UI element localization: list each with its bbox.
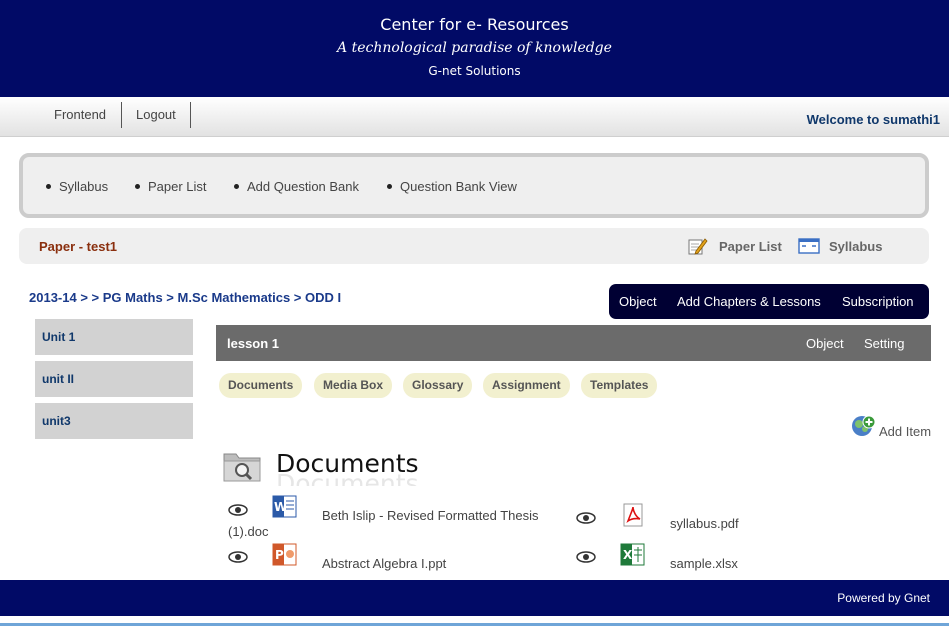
lesson-object-link[interactable]: Object — [806, 336, 844, 351]
folder-search-icon — [222, 448, 264, 489]
tab-templates[interactable]: Templates — [581, 373, 658, 398]
svg-text:W: W — [274, 500, 287, 514]
menu-item-label: Paper List — [148, 179, 207, 194]
menu-item-add-question-bank[interactable]: Add Question Bank — [234, 179, 359, 194]
add-item-icon — [850, 415, 876, 444]
lesson-header: lesson 1 Object Setting — [216, 325, 931, 361]
paper-title: Paper - test1 — [39, 239, 118, 254]
excel-icon: X — [620, 543, 646, 572]
file-name[interactable]: Beth Islip - Revised Formatted Thesis — [322, 508, 539, 523]
footer-bottom — [0, 616, 949, 632]
menu-item-question-bank-view[interactable]: Question Bank View — [387, 179, 517, 194]
documents-heading-reflection: Documents — [276, 471, 419, 486]
svg-text:P: P — [275, 548, 284, 562]
bullet-icon — [135, 184, 140, 190]
unit-item-2[interactable]: unit II — [35, 361, 193, 397]
menu-item-label: Syllabus — [59, 179, 109, 194]
company-name: G-net Solutions — [428, 64, 521, 78]
eye-icon[interactable] — [576, 550, 596, 568]
lesson-title: lesson 1 — [227, 336, 280, 351]
add-item-button[interactable]: Add Item — [850, 414, 931, 445]
site-header: Center for e- Resources A technological … — [0, 0, 949, 97]
eye-icon[interactable] — [228, 550, 248, 568]
top-nav-bar: Frontend Logout Welcome to sumathi1 — [0, 97, 949, 137]
logout-link[interactable]: Logout — [122, 102, 190, 128]
unit-item-3[interactable]: unit3 — [35, 403, 193, 439]
eye-icon[interactable] — [576, 511, 596, 529]
tab-object[interactable]: Object — [619, 294, 657, 309]
nav-divider — [190, 102, 191, 128]
course-tabs: Object Add Chapters & Lessons Subscripti… — [609, 284, 929, 319]
main-menu: Syllabus Paper List Add Question Bank Qu… — [19, 153, 929, 218]
welcome-message: Welcome to sumathi1 — [806, 112, 940, 127]
file-name-continued[interactable]: (1).doc — [228, 524, 268, 539]
tab-glossary[interactable]: Glossary — [403, 373, 473, 398]
svg-text:X: X — [623, 548, 633, 562]
menu-item-paper-list[interactable]: Paper List — [135, 179, 207, 194]
bullet-icon — [387, 184, 392, 190]
powered-by-text: Powered by Gnet — [837, 591, 930, 605]
pdf-icon — [622, 503, 646, 532]
bullet-icon — [46, 184, 51, 190]
tab-assignment[interactable]: Assignment — [483, 373, 570, 398]
tab-subscription[interactable]: Subscription — [842, 294, 914, 309]
bullet-icon — [234, 184, 239, 190]
footer-stripe — [0, 623, 949, 626]
eye-icon[interactable] — [228, 503, 248, 521]
tab-documents[interactable]: Documents — [219, 373, 303, 398]
pencil-icon[interactable] — [688, 237, 708, 260]
menu-item-label: Add Question Bank — [247, 179, 360, 194]
paper-bar: Paper - test1 Paper List Syllabus — [19, 228, 929, 264]
site-footer: Powered by Gnet — [0, 580, 949, 616]
file-name[interactable]: Abstract Algebra I.ppt — [322, 556, 446, 571]
site-title: Center for e- Resources — [380, 15, 569, 34]
menu-item-label: Question Bank View — [400, 179, 517, 194]
breadcrumb[interactable]: 2013-14 > > PG Maths > M.Sc Mathematics … — [29, 290, 341, 305]
powerpoint-icon: P — [272, 543, 298, 572]
word-doc-icon: W — [272, 495, 298, 524]
add-item-label: Add Item — [879, 424, 932, 439]
frontend-link[interactable]: Frontend — [40, 102, 120, 128]
calendar-icon[interactable] — [798, 237, 820, 260]
tab-media-box[interactable]: Media Box — [314, 373, 393, 398]
menu-item-syllabus[interactable]: Syllabus — [46, 179, 108, 194]
file-name[interactable]: sample.xlsx — [670, 556, 738, 571]
tab-add-chapters-lessons[interactable]: Add Chapters & Lessons — [677, 294, 821, 309]
syllabus-link[interactable]: Syllabus — [829, 239, 882, 254]
unit-item-1[interactable]: Unit 1 — [35, 319, 193, 355]
paper-list-link[interactable]: Paper List — [719, 239, 782, 254]
file-name[interactable]: syllabus.pdf — [670, 516, 739, 531]
lesson-setting-link[interactable]: Setting — [864, 336, 904, 351]
site-tagline: A technological paradise of knowledge — [337, 40, 612, 56]
